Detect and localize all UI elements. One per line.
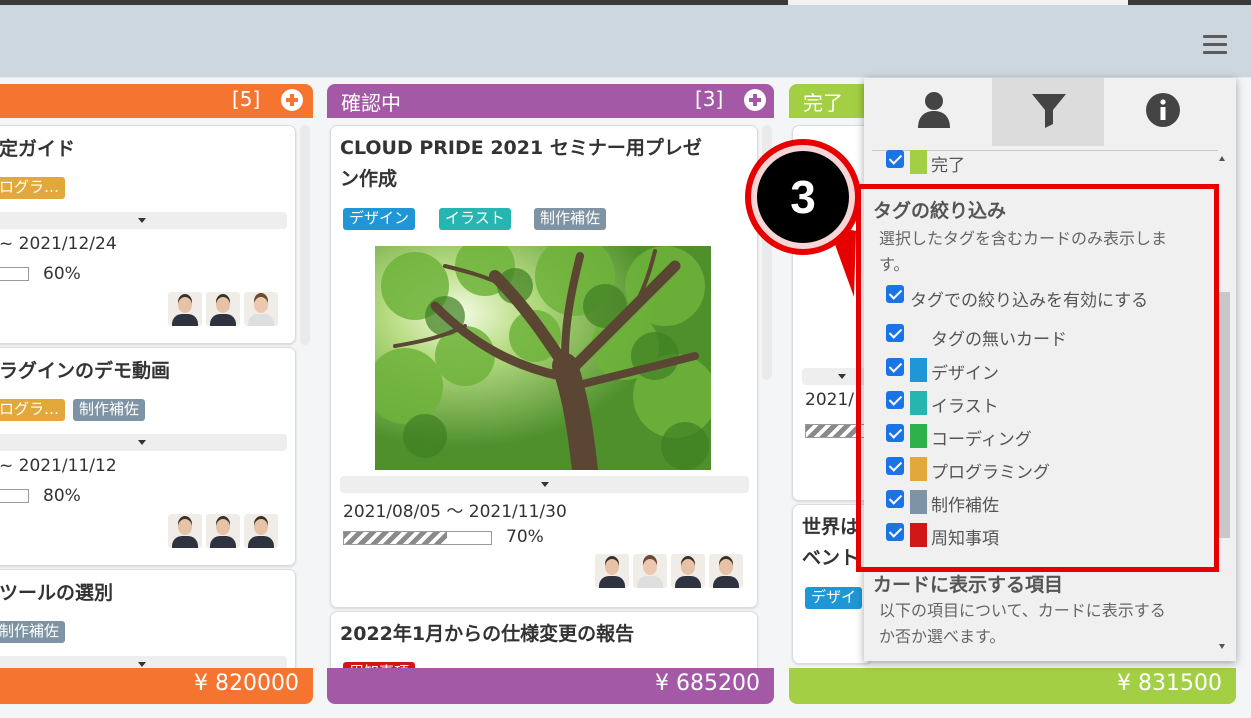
progress-label: 80%: [43, 486, 81, 506]
tag: 制作補佐: [0, 621, 66, 643]
status-label: 完了: [931, 156, 965, 176]
assignee-avatars: [168, 514, 278, 548]
column-count: [5]: [232, 87, 261, 111]
card-title-line2: ン作成: [340, 168, 398, 190]
card-items-title: カードに表示する項目: [873, 574, 1064, 596]
tag: 制作補佐: [73, 399, 146, 421]
avatar: [206, 292, 240, 326]
highlight-box: [856, 184, 1219, 572]
scroll-down-icon[interactable]: [1219, 644, 1225, 649]
avatar: [595, 554, 629, 588]
column-total: ¥ 820000: [194, 671, 299, 696]
card[interactable]: ツールの選別 制作補佐: [0, 569, 296, 679]
avatar: [709, 554, 743, 588]
card-date: 2021/08/05 ～ 2021/11/30: [343, 502, 567, 522]
card-image-tree: [375, 246, 711, 470]
card-title: 世界は: [802, 516, 860, 538]
expand-toggle[interactable]: [0, 212, 287, 229]
card-title-line2: ベント: [802, 547, 860, 569]
progress-bar: [343, 531, 492, 545]
card-date: 2021/: [805, 390, 854, 410]
add-card-icon[interactable]: [281, 89, 303, 111]
avatar: [244, 292, 278, 326]
user-icon: [918, 92, 950, 128]
tag: ログラ…: [0, 399, 66, 421]
column-scrollbar[interactable]: [300, 125, 310, 345]
avatar: [671, 554, 705, 588]
column-title: 完了: [803, 91, 843, 115]
progress-bar: [0, 267, 29, 281]
progress-label: 60%: [43, 264, 81, 284]
scroll-up-icon[interactable]: [1219, 156, 1225, 161]
tab-filter[interactable]: [992, 78, 1104, 146]
tag: 制作補佐: [534, 208, 607, 230]
card-title: CLOUD PRIDE 2021 セミナー用プレゼ: [340, 137, 702, 159]
info-icon: [1146, 93, 1180, 127]
avatar: [168, 292, 202, 326]
card[interactable]: 定ガイド ログラ… ~ 2021/12/24 60%: [0, 125, 296, 344]
column-header-orange: [5]: [0, 84, 313, 118]
progress-bar: [0, 489, 29, 503]
card-date: ~ 2021/11/12: [0, 456, 117, 476]
hamburger-icon[interactable]: [1203, 35, 1227, 55]
progress-label: 70%: [506, 527, 544, 547]
add-card-icon[interactable]: [744, 89, 766, 111]
expand-toggle[interactable]: [340, 476, 749, 493]
column-footer-orange: ¥ 820000: [0, 668, 313, 704]
card-items-desc-line2: か否か選べます。: [879, 627, 1006, 646]
tab-info[interactable]: [1107, 78, 1219, 146]
avatar: [206, 514, 240, 548]
column-title: 確認中: [341, 91, 401, 115]
column-total: ¥ 831500: [1117, 671, 1222, 696]
avatar: [633, 554, 667, 588]
panel-scrollbar[interactable]: [1218, 292, 1230, 538]
filter-icon: [1032, 94, 1066, 128]
avatar: [244, 514, 278, 548]
avatar: [168, 514, 202, 548]
assignee-avatars: [595, 554, 743, 588]
tag: イラスト: [439, 208, 511, 230]
column-footer-purple: ¥ 685200: [327, 668, 774, 704]
card[interactable]: ラグインのデモ動画 ログラ… 制作補佐 ~ 2021/11/12 80%: [0, 347, 296, 566]
card-items-desc: 以下の項目について、カードに表示する: [879, 601, 1166, 620]
column-count: [3]: [695, 87, 724, 111]
tab-user[interactable]: [878, 78, 990, 146]
card-title: 2022年1月からの仕様変更の報告: [340, 623, 635, 645]
status-checkbox-done[interactable]: [886, 150, 904, 168]
card-title: 定ガイド: [0, 138, 76, 160]
column-footer-green: ¥ 831500: [789, 668, 1236, 704]
assignee-avatars: [168, 292, 278, 326]
app-header: [0, 5, 1251, 77]
tag: ログラ…: [0, 177, 66, 199]
tag: デザイ: [805, 587, 863, 609]
tag: デザイン: [343, 208, 416, 230]
status-color-swatch: [910, 150, 927, 174]
card-title: ラグインのデモ動画: [0, 360, 171, 382]
card-title: ツールの選別: [0, 582, 114, 604]
expand-toggle[interactable]: [0, 434, 287, 451]
step-number: 3: [757, 151, 849, 243]
column-total: ¥ 685200: [655, 671, 760, 696]
card-date: ~ 2021/12/24: [0, 234, 117, 254]
column-header-purple: 確認中 [3]: [327, 84, 774, 118]
